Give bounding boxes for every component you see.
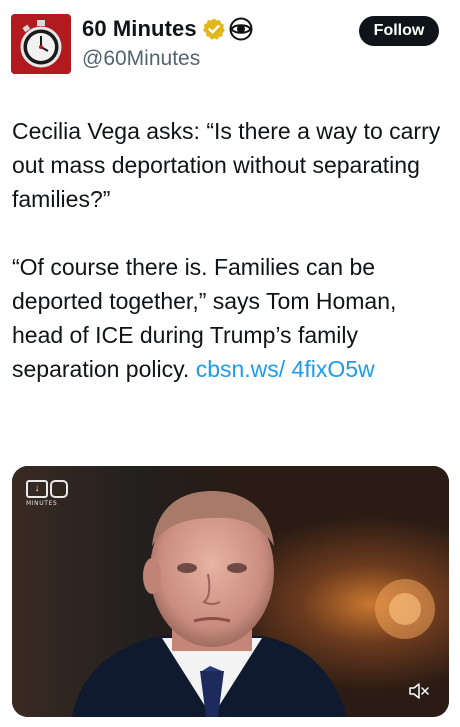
video-frame-image bbox=[12, 466, 449, 717]
video-player[interactable]: ↓ MINUTES bbox=[12, 466, 449, 717]
profile-avatar[interactable] bbox=[11, 14, 71, 74]
account-handle[interactable]: @60Minutes bbox=[82, 47, 200, 71]
follow-button[interactable]: Follow bbox=[359, 16, 439, 46]
verified-badge-icon bbox=[202, 18, 225, 40]
display-name-row[interactable]: 60 Minutes bbox=[82, 16, 253, 42]
sixty-minutes-watermark: ↓ MINUTES bbox=[26, 480, 76, 507]
speaker-muted-icon[interactable] bbox=[409, 683, 429, 699]
tweet-text: Cecilia Vega asks: “Is there a way to ca… bbox=[12, 114, 448, 386]
download-icon: ↓ bbox=[26, 480, 48, 498]
tweet-paragraph-2: “Of course there is. Families can be dep… bbox=[12, 250, 448, 386]
display-name[interactable]: 60 Minutes bbox=[82, 16, 197, 42]
tweet-paragraph-1: Cecilia Vega asks: “Is there a way to ca… bbox=[12, 118, 441, 212]
cbs-eye-icon bbox=[229, 17, 253, 41]
watermark-label: MINUTES bbox=[26, 500, 58, 507]
tweet-header: 60 Minutes @60Minutes Follow bbox=[0, 0, 460, 90]
stopwatch-icon bbox=[11, 14, 71, 74]
tweet-link[interactable]: cbsn.ws/ 4fixO5w bbox=[196, 356, 375, 382]
zero-digit-icon bbox=[50, 480, 68, 498]
